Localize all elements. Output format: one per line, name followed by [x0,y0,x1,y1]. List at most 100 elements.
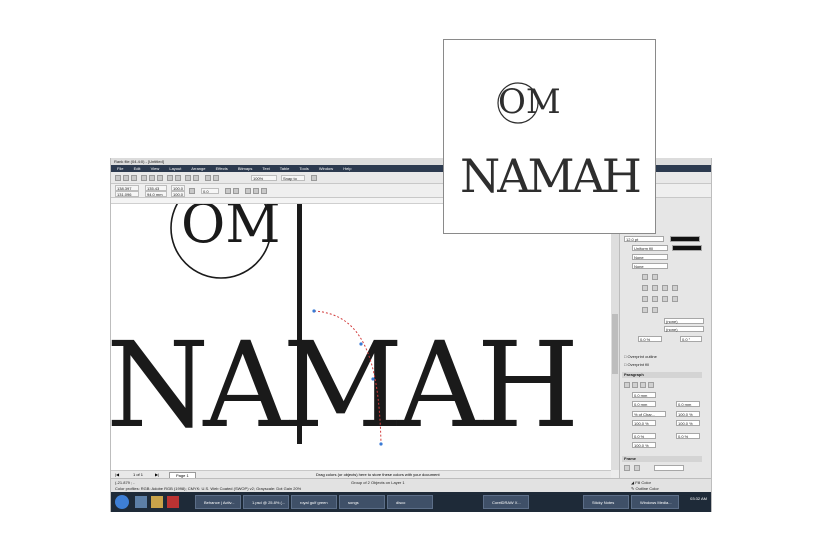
undo-icon[interactable] [167,175,173,181]
menu-edit[interactable]: Edit [134,166,141,171]
fill-color-indicator[interactable]: ◢ Fill Color [631,480,651,485]
mirror-vertical-icon[interactable] [233,188,239,194]
fill-type-select[interactable]: Uniform fill [632,245,668,251]
start-button-icon[interactable] [115,495,129,509]
y-position-field[interactable]: 131.096 mm [115,191,139,202]
taskbar-item-behance[interactable]: Behance | Activ... [195,495,241,509]
export-icon[interactable] [193,175,199,181]
menu-window[interactable]: Window [319,166,333,171]
bold-icon[interactable] [642,285,648,291]
curve-node[interactable] [312,309,316,313]
para-spacing-before-field[interactable]: 100.0 % [676,411,700,417]
open-icon[interactable] [123,175,129,181]
combine-icon[interactable] [261,188,267,194]
taskbar-item-coreldraw[interactable]: CorelDRAW X... [483,495,529,509]
lock-ratio-icon[interactable] [189,188,195,194]
overprint-fill-checkbox[interactable]: □ Overprint fill [624,362,649,368]
para-justify-icon[interactable] [648,382,654,388]
char-style-select-2[interactable]: (none) [664,326,704,332]
copy-icon[interactable] [149,175,155,181]
indent-right-field[interactable]: 0.0 mm [676,401,700,407]
para-align-center-icon[interactable] [632,382,638,388]
frame-background-select[interactable] [654,465,684,471]
menu-view[interactable]: View [151,166,160,171]
menu-effects[interactable]: Effects [216,166,228,171]
texture-none-select[interactable]: None [632,263,668,269]
para-spacing-after-field[interactable]: 100.0 % [632,420,656,426]
menu-table[interactable]: Table [280,166,290,171]
para-align-left-icon[interactable] [624,382,630,388]
taskbar-item-sticky-notes[interactable]: Sticky Notes [583,495,629,509]
outline-color-swatch[interactable] [670,236,700,242]
explorer-icon[interactable] [151,496,163,508]
curve-node[interactable] [359,342,363,346]
taskbar-item-media[interactable]: Windows Media... [631,495,679,509]
redo-icon[interactable] [175,175,181,181]
outline-color-indicator[interactable]: ✎ Outline Color [631,486,659,491]
options-icon[interactable] [311,175,317,181]
taskbar-item-songs[interactable]: songs [339,495,385,509]
frame-align-icon[interactable] [634,465,640,471]
strikethrough-icon[interactable] [672,285,678,291]
indent-first-field[interactable]: 0.0 mm [632,392,656,398]
uppercase-icon[interactable] [662,296,668,302]
frame-fill-icon[interactable] [624,465,630,471]
internet-explorer-icon[interactable] [135,496,147,508]
system-clock[interactable]: 03:32 AM [690,496,707,502]
new-document-icon[interactable] [115,175,121,181]
overprint-outline-checkbox[interactable]: □ Overprint outline [624,354,657,360]
scroll-thumb[interactable] [612,314,618,374]
char-spacing-field[interactable]: 0.0 % [638,336,662,342]
mirror-horizontal-icon[interactable] [225,188,231,194]
subscript-icon[interactable] [652,296,658,302]
taskbar-item-photoshop[interactable]: 1.psd @ 25.8% (... [243,495,289,509]
namah-text[interactable]: NAMAH [111,316,580,454]
indent-left-field[interactable]: 0.0 mm [632,401,656,407]
superscript-icon[interactable] [642,296,648,302]
menu-bitmaps[interactable]: Bitmaps [238,166,252,171]
fill-color-swatch[interactable] [672,245,702,251]
char-angle-field[interactable]: 0.0 ° [680,336,702,342]
import-icon[interactable] [185,175,191,181]
snap-to-select[interactable]: Snap to [281,175,305,181]
small-caps-icon[interactable] [672,296,678,302]
rotation-angle-field[interactable]: 0.0 [201,188,219,194]
italic-icon[interactable] [652,285,658,291]
save-icon[interactable] [131,175,137,181]
underline-icon[interactable] [662,285,668,291]
taskbar-item-disco[interactable]: disco [387,495,433,509]
language-spacing-field[interactable]: 100.0 % [632,442,656,448]
artwork[interactable]: OM NAMAH [111,204,611,470]
ligature-icon[interactable] [642,307,648,313]
fill-none-select[interactable]: None [632,254,668,260]
spacing-unit-select[interactable]: % of Char... [632,411,666,417]
application-launcher-icon[interactable] [213,175,219,181]
publish-pdf-icon[interactable] [205,175,211,181]
curve-node[interactable] [379,442,383,446]
frame-section-header[interactable]: Frame [622,456,702,462]
line-spacing-field[interactable]: 100.0 % [676,420,700,426]
menu-help[interactable]: Help [343,166,351,171]
para-align-right-icon[interactable] [640,382,646,388]
menu-layout[interactable]: Layout [169,166,181,171]
height-field[interactable]: 94.0 mm [145,191,167,197]
menu-arrange[interactable]: Arrange [191,166,205,171]
align-center-icon[interactable] [652,274,658,280]
scale-y-field[interactable]: 100.0 [171,191,185,197]
drawing-canvas[interactable]: OM NAMAH [111,204,611,470]
menu-text[interactable]: Text [262,166,269,171]
swash-icon[interactable] [652,307,658,313]
zoom-level-select[interactable]: 100% [251,175,277,181]
media-player-icon[interactable] [167,496,179,508]
group-icon[interactable] [245,188,251,194]
paragraph-section-header[interactable]: Paragraph [622,372,702,378]
outline-width-field[interactable]: 12.0 pt [624,236,664,242]
menu-file[interactable]: File [117,166,123,171]
cut-icon[interactable] [141,175,147,181]
curve-node[interactable] [371,377,375,381]
menu-tools[interactable]: Tools [299,166,308,171]
vertical-scrollbar[interactable] [611,204,619,470]
char-style-select-1[interactable]: (none) [664,318,704,324]
color-profile-status[interactable]: Color profiles: RGB: Adobe RGB (1998); C… [115,486,301,491]
taskbar-item-royal-gulf[interactable]: royal gulf green [291,495,337,509]
